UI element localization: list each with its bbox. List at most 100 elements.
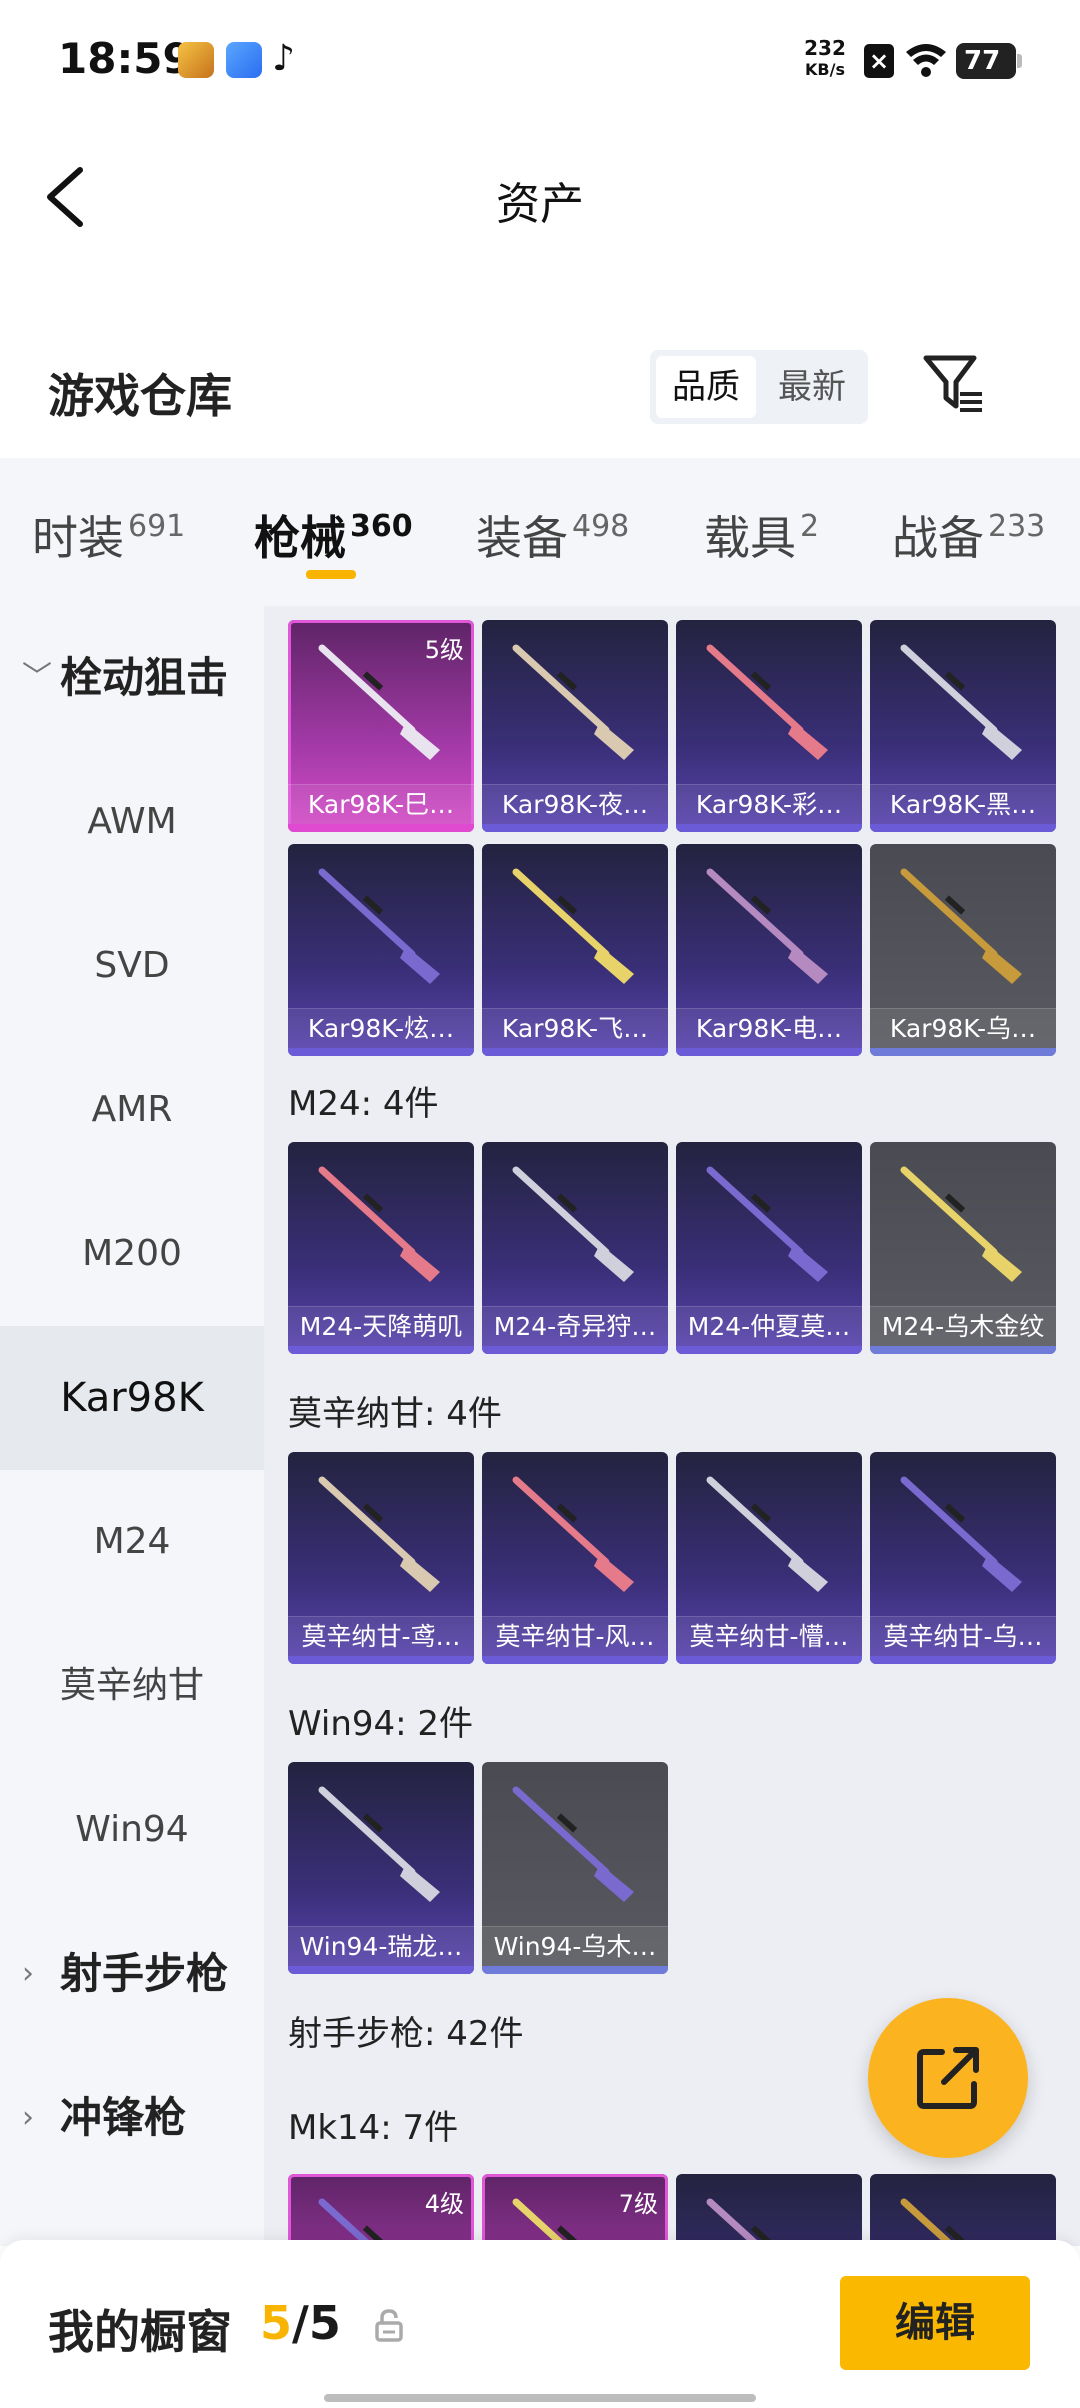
skin-card[interactable]	[676, 2174, 862, 2246]
skin-name: 莫辛纳甘-风…	[482, 1616, 668, 1656]
skin-card[interactable]: 莫辛纳甘-乌…	[870, 1452, 1056, 1664]
tab-guns-count: 360	[350, 509, 413, 544]
rarity-bar	[288, 824, 474, 832]
rarity-bar	[288, 1346, 474, 1354]
rifle-icon	[900, 2198, 966, 2246]
skin-name: 莫辛纳甘-懵…	[676, 1616, 862, 1656]
tab-guns[interactable]: 枪械 360	[254, 502, 413, 568]
skin-name: Kar98K-电…	[676, 1008, 862, 1048]
sidebar-item-mosin[interactable]: 莫辛纳甘	[0, 1614, 264, 1758]
rifle-icon	[706, 868, 828, 984]
page-title: 资产	[496, 179, 584, 230]
sidebar-group-smg[interactable]: › 冲锋枪	[0, 2046, 264, 2190]
rifle-icon	[900, 1166, 1022, 1282]
weapon-type-sidebar: ﹀ 栓动狙击 AWM SVD AMR M200 Kar98K M24 莫辛纳甘 …	[0, 606, 264, 2246]
rifle-icon	[512, 1166, 634, 1282]
skin-card[interactable]: Win94-瑞龙…	[288, 1762, 474, 1974]
skin-name: M24-乌木金纹	[870, 1306, 1056, 1346]
rifle-icon	[512, 868, 634, 984]
rifle-icon	[900, 868, 1022, 984]
group-header-marksman: 射手步枪: 42件	[288, 2014, 524, 2054]
level-badge: 5级	[424, 636, 464, 664]
skin-card[interactable]: M24-奇异狩…	[482, 1142, 668, 1354]
sidebar-item-kar98k[interactable]: Kar98K	[0, 1326, 264, 1470]
skin-card[interactable]: Kar98K-飞…	[482, 844, 668, 1056]
edit-button[interactable]: 编辑	[840, 2276, 1030, 2370]
sort-quality-button[interactable]: 品质	[656, 356, 756, 418]
chevron-right-icon: ›	[22, 1956, 34, 1991]
skin-card[interactable]: 5级 Kar98K-巳…	[288, 620, 474, 832]
skin-card[interactable]: Kar98K-夜…	[482, 620, 668, 832]
sidebar-group-marksman[interactable]: › 射手步枪	[0, 1902, 264, 2046]
skin-card[interactable]: Kar98K-电…	[676, 844, 862, 1056]
rifle-icon	[318, 1166, 440, 1282]
skin-card[interactable]: 莫辛纳甘-风…	[482, 1452, 668, 1664]
tab-equipment[interactable]: 装备 498	[476, 502, 629, 568]
skin-name: Kar98K-黑…	[870, 784, 1056, 824]
sidebar-item-svd[interactable]: SVD	[0, 894, 264, 1038]
skin-name: Win94-乌木…	[482, 1926, 668, 1966]
skin-name: 莫辛纳甘-鸢…	[288, 1616, 474, 1656]
rarity-bar	[482, 1656, 668, 1664]
sort-newest-button[interactable]: 最新	[762, 356, 862, 418]
rarity-bar	[870, 824, 1056, 832]
skin-card[interactable]: 莫辛纳甘-懵…	[676, 1452, 862, 1664]
rifle-icon	[318, 868, 440, 984]
home-indicator[interactable]	[324, 2394, 756, 2402]
skin-card[interactable]	[870, 2174, 1056, 2246]
showcase-sep: /	[292, 2296, 309, 2350]
tab-vehicles-count: 2	[800, 509, 820, 544]
tab-supplies-count: 233	[988, 509, 1046, 544]
skin-card[interactable]: Kar98K-黑…	[870, 620, 1056, 832]
status-time: 18:59	[58, 34, 192, 83]
sidebar-item-awm[interactable]: AWM	[0, 750, 264, 894]
skin-name: M24-天降萌叽	[288, 1306, 474, 1346]
rarity-bar	[288, 1656, 474, 1664]
skin-card[interactable]: M24-天降萌叽	[288, 1142, 474, 1354]
level-badge: 7级	[618, 2190, 658, 2218]
filter-icon[interactable]	[920, 352, 986, 418]
rifle-icon	[900, 1476, 1022, 1592]
skin-card[interactable]: Kar98K-炫…	[288, 844, 474, 1056]
rarity-bar	[676, 1346, 862, 1354]
skin-card[interactable]: Kar98K-彩…	[676, 620, 862, 832]
sidebar-group-bolt-action[interactable]: ﹀ 栓动狙击	[0, 606, 264, 750]
sidebar-group-label: 冲锋枪	[60, 2093, 187, 2142]
tab-vehicles-label: 载具	[704, 511, 796, 565]
showcase-current: 5	[260, 2296, 293, 2350]
tab-vehicles[interactable]: 载具 2	[704, 502, 819, 568]
share-fab[interactable]	[868, 1998, 1028, 2158]
skin-name: 莫辛纳甘-乌…	[870, 1616, 1056, 1656]
skin-card[interactable]: 4级	[288, 2174, 474, 2246]
net-speed-value: 232	[804, 36, 846, 60]
skin-card[interactable]: 7级	[482, 2174, 668, 2246]
rarity-bar	[870, 1346, 1056, 1354]
skin-name: M24-奇异狩…	[482, 1306, 668, 1346]
skin-card[interactable]: M24-仲夏莫…	[676, 1142, 862, 1354]
rifle-icon	[900, 644, 1022, 760]
skin-name: Kar98K-乌…	[870, 1008, 1056, 1048]
sidebar-item-m24[interactable]: M24	[0, 1470, 264, 1614]
group-header-mk14: Mk14: 7件	[288, 2108, 459, 2148]
skin-name: Kar98K-飞…	[482, 1008, 668, 1048]
sidebar-item-win94[interactable]: Win94	[0, 1758, 264, 1902]
tab-fashion[interactable]: 时装 691	[32, 502, 185, 568]
sidebar-item-amr[interactable]: AMR	[0, 1038, 264, 1182]
skin-card[interactable]: M24-乌木金纹	[870, 1142, 1056, 1354]
rarity-bar	[676, 1656, 862, 1664]
rifle-icon	[318, 1476, 440, 1592]
rarity-bar	[870, 1656, 1056, 1664]
sidebar-item-m200[interactable]: M200	[0, 1182, 264, 1326]
tab-fashion-label: 时装	[32, 511, 124, 565]
level-badge: 4级	[424, 2190, 464, 2218]
skin-name: Kar98K-巳…	[288, 784, 474, 824]
tab-supplies[interactable]: 战备 233	[892, 502, 1045, 568]
skin-card[interactable]: Win94-乌木…	[482, 1762, 668, 1974]
skin-card[interactable]: Kar98K-乌…	[870, 844, 1056, 1056]
sidebar-group-label: 栓动狙击	[60, 653, 229, 702]
tab-equipment-label: 装备	[476, 511, 568, 565]
skin-card[interactable]: 莫辛纳甘-鸢…	[288, 1452, 474, 1664]
rarity-bar	[482, 1048, 668, 1056]
no-sim-icon: ×	[864, 44, 894, 78]
active-tab-underline	[306, 570, 356, 579]
